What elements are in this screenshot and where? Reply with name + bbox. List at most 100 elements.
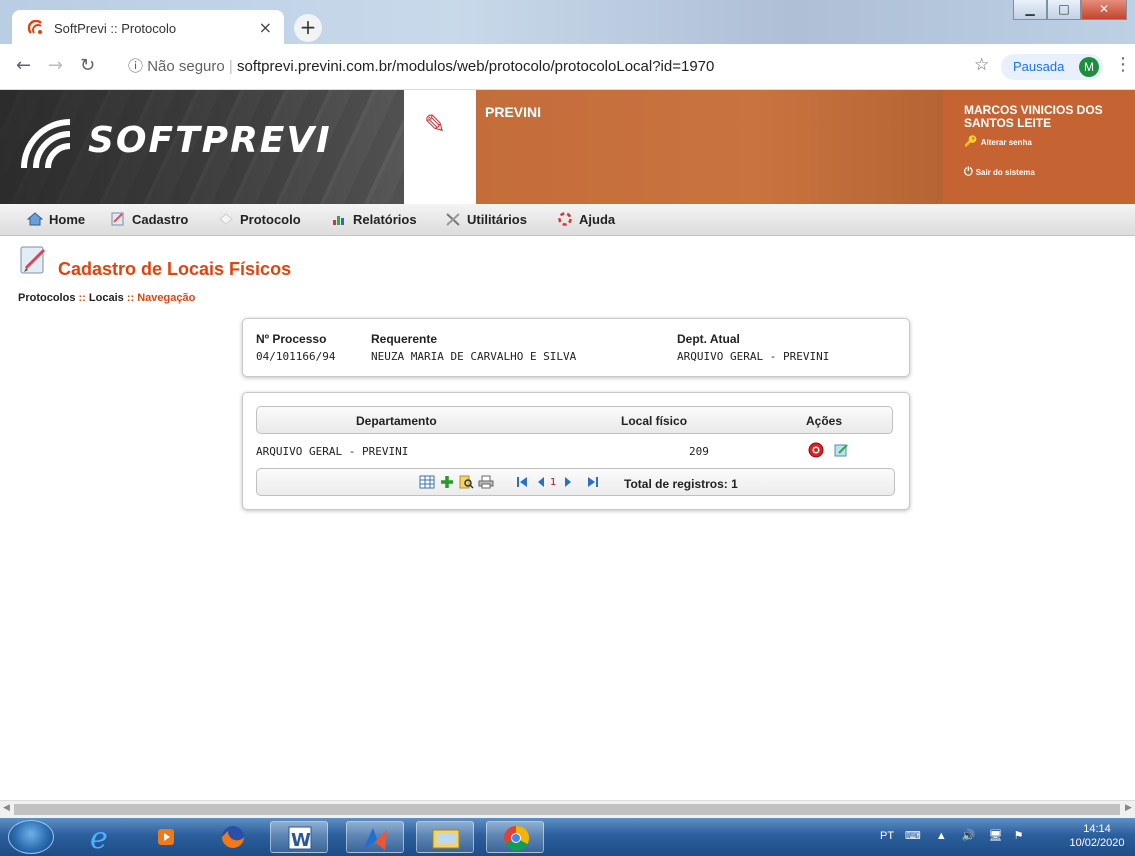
- volume-icon[interactable]: 🔊: [962, 830, 976, 842]
- bookmark-star-icon[interactable]: ☆: [974, 55, 989, 75]
- organization-name: PREVINI: [485, 104, 542, 120]
- header-seal-area: ✎: [404, 90, 476, 204]
- protocolo-icon: [219, 213, 233, 225]
- address-bar: ← → ↻ ⓘ Não seguro | softprevi.previni.c…: [0, 44, 1135, 90]
- next-page-icon[interactable]: [560, 475, 576, 489]
- col-local-fisico[interactable]: Local físico: [621, 414, 687, 428]
- page-title: Cadastro de Locais Físicos: [58, 259, 292, 279]
- tray-expand-icon[interactable]: ▲: [936, 830, 947, 842]
- security-label: Não seguro: [147, 58, 225, 75]
- scroll-left-icon[interactable]: ◀: [3, 803, 10, 813]
- info-icon[interactable]: ⓘ: [128, 58, 143, 75]
- action-center-icon[interactable]: ⚑: [1014, 830, 1024, 842]
- start-button[interactable]: [8, 820, 54, 854]
- delete-icon[interactable]: [808, 442, 824, 458]
- chrome-taskbar-icon[interactable]: [486, 821, 544, 853]
- scrollbar-thumb[interactable]: [14, 804, 1120, 815]
- last-page-icon[interactable]: [585, 475, 601, 489]
- network-icon[interactable]: 🖥: [989, 830, 1003, 842]
- process-number-label: Nº Processo: [256, 332, 327, 346]
- logout-link[interactable]: ⏻ Sair do sistema: [964, 166, 1035, 179]
- print-icon[interactable]: [478, 475, 494, 489]
- previni-seal-icon: ✎: [424, 110, 446, 140]
- user-panel: MARCOS VINICIOS DOS SANTOS LEITE 🔑 Altera…: [943, 90, 1135, 204]
- back-icon[interactable]: ←: [16, 55, 31, 76]
- menu-ajuda[interactable]: Ajuda: [557, 212, 615, 227]
- locations-table-card: Departamento Local físico Ações ARQUIVO …: [242, 392, 910, 510]
- col-departamento[interactable]: Departamento: [356, 414, 437, 428]
- softprevi-taskbar-icon[interactable]: [346, 821, 404, 853]
- add-icon[interactable]: [439, 475, 455, 489]
- menu-cadastro[interactable]: Cadastro: [110, 212, 188, 227]
- grid-view-icon[interactable]: [419, 475, 435, 489]
- menu-kebab-icon[interactable]: ⋮: [1114, 54, 1132, 75]
- home-icon: [27, 212, 43, 226]
- pagination-bar: 1 Total de registros: 1: [256, 468, 895, 496]
- search-icon[interactable]: [458, 475, 474, 489]
- clock[interactable]: 14:14 10/02/2020: [1062, 822, 1132, 850]
- keyboard-icon[interactable]: ⌨: [905, 830, 921, 842]
- process-number-value: 04/101166/94: [256, 350, 336, 363]
- cadastro-icon: [111, 212, 124, 226]
- minimize-button[interactable]: ▁: [1013, 0, 1047, 20]
- breadcrumb-navegacao: Navegação: [137, 292, 196, 304]
- menu-home[interactable]: Home: [27, 212, 85, 227]
- avatar: M: [1079, 57, 1099, 77]
- new-tab-button[interactable]: +: [294, 14, 322, 42]
- power-icon: ⏻: [964, 166, 973, 178]
- ie-taskbar-icon[interactable]: e: [72, 821, 130, 856]
- svg-text:W: W: [291, 830, 311, 851]
- forward-icon[interactable]: →: [48, 55, 63, 76]
- svg-text:e: e: [90, 821, 108, 853]
- word-taskbar-icon[interactable]: W: [270, 821, 328, 853]
- horizontal-scrollbar[interactable]: ◀ ▶: [0, 800, 1135, 818]
- clock-date: 10/02/2020: [1069, 837, 1125, 849]
- browser-tab[interactable]: SoftPrevi :: Protocolo ×: [12, 10, 284, 44]
- breadcrumb-locais[interactable]: Locais: [89, 292, 124, 304]
- profile-status: Pausada: [1013, 59, 1065, 74]
- cell-departamento: ARQUIVO GERAL - PREVINI: [256, 445, 409, 458]
- requester-label: Requerente: [371, 332, 438, 346]
- reload-icon[interactable]: ↻: [80, 55, 95, 76]
- softprevi-favicon-icon: [28, 20, 42, 34]
- tab-close-icon[interactable]: ×: [259, 18, 272, 37]
- col-acoes: Ações: [806, 414, 843, 428]
- app-header: SOFTPREVI ✎ PREVINI MARCOS VINICIOS DOS …: [0, 90, 1135, 204]
- firefox-taskbar-icon[interactable]: [204, 821, 262, 853]
- tools-icon: [446, 213, 460, 226]
- tab-title: SoftPrevi :: Protocolo: [54, 21, 177, 36]
- edit-document-icon: [20, 246, 46, 274]
- profile-button[interactable]: Pausada M: [1001, 54, 1103, 80]
- key-icon: 🔑: [964, 136, 978, 148]
- close-window-button[interactable]: ✕: [1081, 0, 1127, 20]
- total-records: Total de registros: 1: [624, 477, 738, 491]
- process-info-card: Nº Processo Requerente Dept. Atual 04/10…: [242, 318, 910, 377]
- menu-utilitarios[interactable]: Utilitários: [445, 212, 527, 227]
- current-page[interactable]: 1: [550, 477, 556, 488]
- breadcrumb: Protocolos :: Locais :: Navegação: [18, 292, 196, 304]
- menu-protocolo[interactable]: Protocolo: [218, 212, 301, 227]
- scroll-right-icon[interactable]: ▶: [1125, 803, 1132, 813]
- change-password-link[interactable]: 🔑 Alterar senha: [964, 135, 1032, 148]
- softprevi-logo-icon: [21, 119, 71, 169]
- requester-value: NEUZA MARIA DE CARVALHO E SILVA: [371, 350, 577, 363]
- user-name: MARCOS VINICIOS DOS SANTOS LEITE: [964, 103, 1103, 130]
- explorer-taskbar-icon[interactable]: [416, 821, 474, 853]
- maximize-button[interactable]: □: [1047, 0, 1081, 20]
- menu-relatorios[interactable]: Relatórios: [331, 212, 417, 227]
- prev-page-icon[interactable]: [533, 475, 549, 489]
- header-org-area: PREVINI: [476, 90, 943, 204]
- cell-local: 209: [689, 445, 709, 458]
- window-controls: ▁ □ ✕: [1013, 0, 1127, 22]
- logo-text: SOFTPREVI: [88, 120, 332, 161]
- browser-tabstrip: SoftPrevi :: Protocolo × + ▁ □ ✕: [0, 0, 1135, 44]
- breadcrumb-protocolos[interactable]: Protocolos: [18, 292, 75, 304]
- main-menu: Home Cadastro Protocolo Relatórios Utili…: [0, 204, 1135, 236]
- url-field[interactable]: ⓘ Não seguro | softprevi.previni.com.br/…: [128, 52, 948, 82]
- chart-icon: [333, 216, 344, 225]
- first-page-icon[interactable]: [514, 475, 530, 489]
- media-player-taskbar-icon[interactable]: [138, 821, 196, 853]
- system-tray: PT ⌨ ▲ 🔊 🖥 ⚑: [880, 829, 1024, 842]
- edit-icon[interactable]: [833, 442, 849, 458]
- language-indicator[interactable]: PT: [880, 830, 894, 842]
